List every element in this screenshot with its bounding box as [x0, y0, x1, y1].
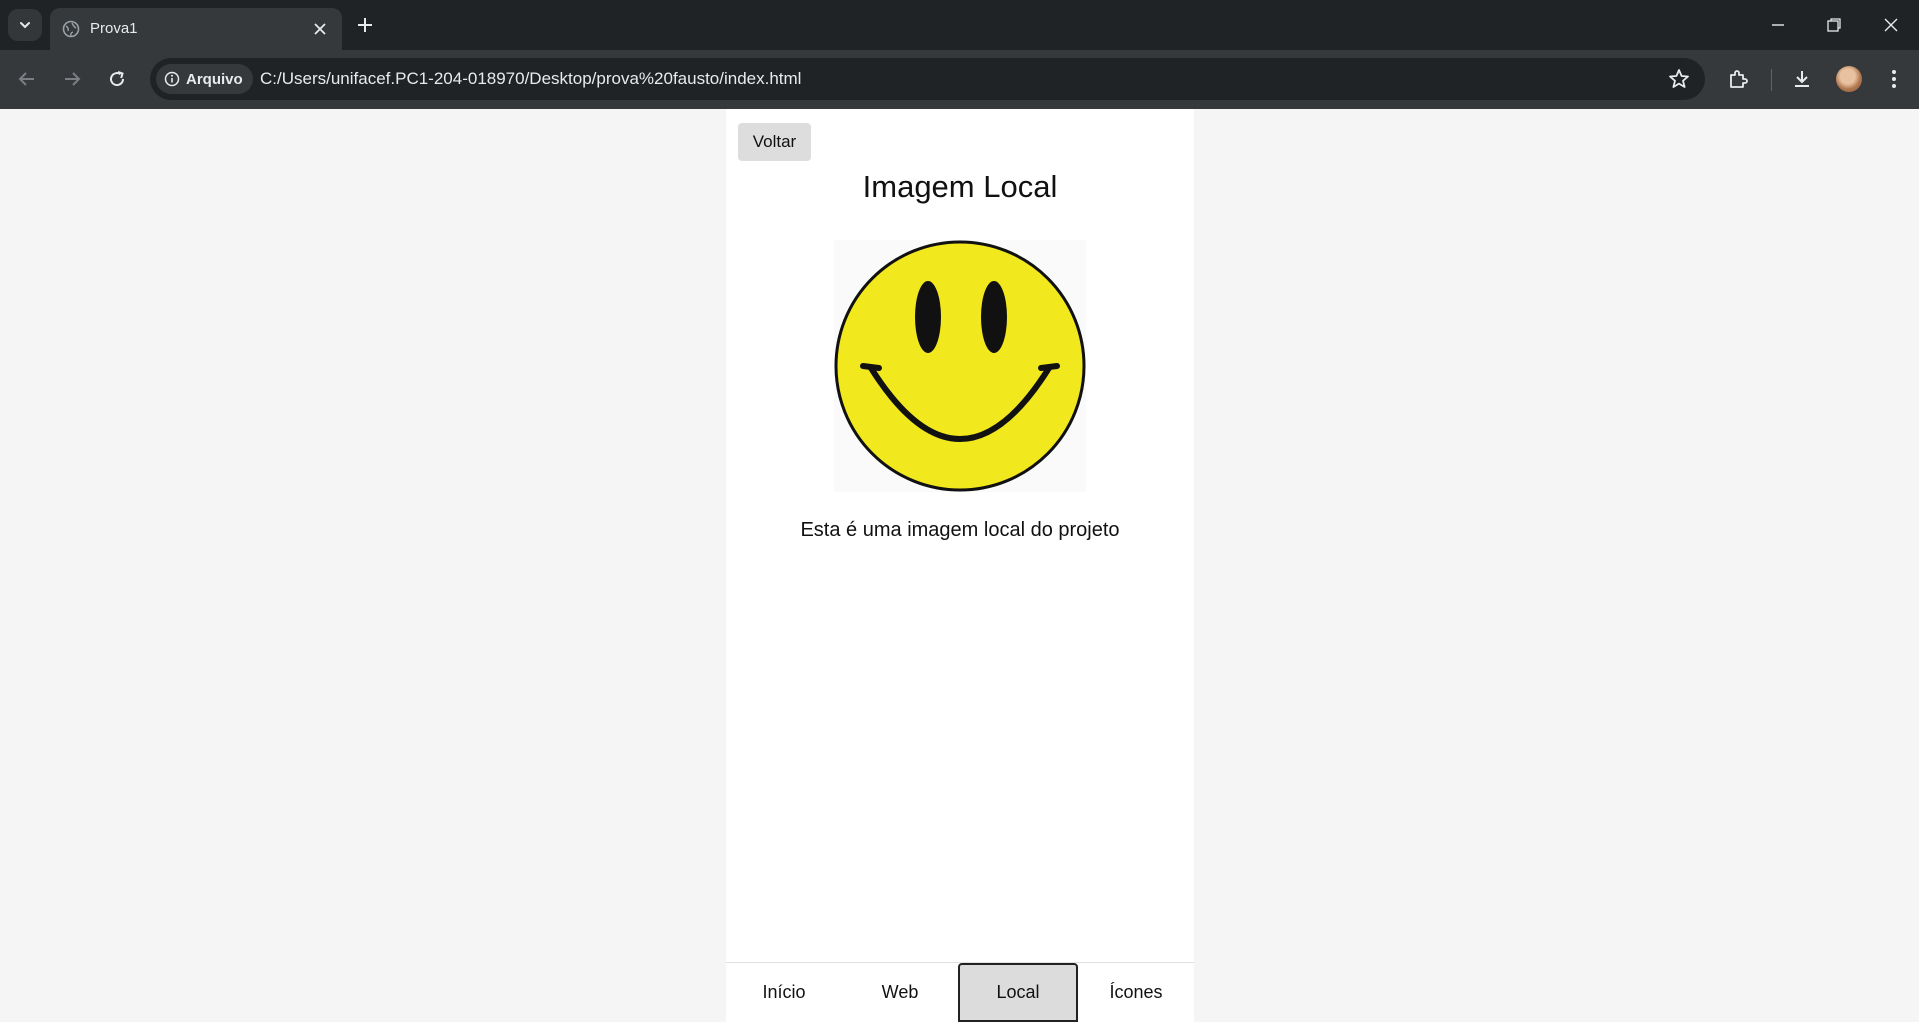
- tab-title: Prova1: [90, 20, 138, 37]
- image-caption: Esta é uma imagem local do projeto: [800, 519, 1120, 541]
- restore-icon[interactable]: [1823, 14, 1845, 36]
- forward-arrow-icon[interactable]: [60, 67, 84, 91]
- extensions-icon[interactable]: [1726, 67, 1750, 91]
- close-icon[interactable]: [312, 21, 328, 37]
- profile-avatar[interactable]: [1836, 66, 1862, 92]
- minimize-icon[interactable]: [1767, 14, 1789, 36]
- security-label: Arquivo: [186, 70, 243, 88]
- page-container: Voltar Imagem Local Esta é uma imagem lo…: [726, 109, 1194, 1022]
- new-tab-icon[interactable]: [355, 15, 375, 35]
- window-close-icon[interactable]: [1880, 14, 1902, 36]
- nav-tab-icones[interactable]: Ícones: [1078, 963, 1194, 1022]
- globe-icon: [62, 20, 80, 38]
- bookmark-star-icon[interactable]: [1667, 67, 1691, 91]
- bottom-navigation: Início Web Local Ícones: [726, 962, 1194, 1022]
- browser-tab[interactable]: Prova1: [50, 8, 342, 50]
- more-menu-icon[interactable]: [1882, 67, 1906, 91]
- reload-icon[interactable]: [105, 67, 129, 91]
- chevron-down-icon: [20, 22, 30, 29]
- browser-toolbar: Arquivo C:/Users/unifacef.PC1-204-018970…: [0, 50, 1919, 109]
- page-title: Imagem Local: [862, 169, 1058, 204]
- address-bar[interactable]: Arquivo C:/Users/unifacef.PC1-204-018970…: [150, 58, 1705, 100]
- toolbar-separator: [1771, 69, 1772, 91]
- nav-tab-inicio[interactable]: Início: [726, 963, 842, 1022]
- url-text[interactable]: C:/Users/unifacef.PC1-204-018970/Desktop…: [260, 69, 801, 89]
- info-icon: [164, 71, 180, 87]
- back-button[interactable]: Voltar: [738, 123, 811, 161]
- site-info-chip[interactable]: Arquivo: [156, 64, 253, 94]
- tab-search-button[interactable]: [8, 9, 42, 41]
- back-arrow-icon[interactable]: [15, 67, 39, 91]
- smiley-face-image: [834, 240, 1086, 492]
- download-icon[interactable]: [1790, 67, 1814, 91]
- nav-tab-local[interactable]: Local: [958, 963, 1078, 1022]
- nav-tab-web[interactable]: Web: [842, 963, 958, 1022]
- browser-tab-bar: Prova1: [0, 0, 1919, 50]
